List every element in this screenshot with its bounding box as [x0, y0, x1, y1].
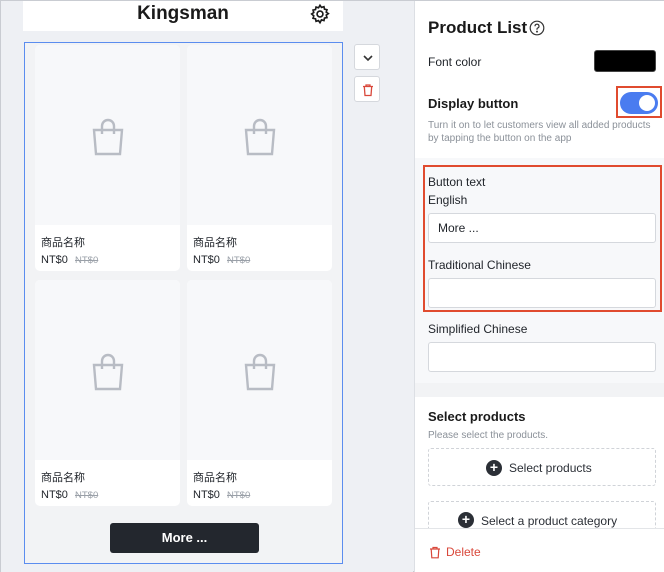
shopping-bag-icon [92, 118, 123, 156]
collapse-button[interactable] [354, 44, 380, 70]
trash-icon [363, 84, 373, 97]
product-image-placeholder [35, 280, 180, 460]
app-header: Kingsman [23, 1, 343, 31]
settings-panel: Product List Font color Display button T… [414, 1, 664, 572]
delete-label: Delete [446, 545, 481, 559]
product-original-price: NT$0 [227, 255, 251, 266]
select-products-heading: Select products [428, 409, 526, 424]
display-button-hint: Turn it on to let customers view all add… [428, 120, 651, 144]
shopping-bag-icon [244, 118, 275, 156]
select-products-button-label: Select products [509, 461, 592, 475]
product-original-price: NT$0 [75, 255, 99, 266]
product-original-price: NT$0 [75, 490, 99, 501]
product-image-placeholder [187, 280, 332, 460]
font-color-label: Font color [428, 55, 482, 69]
product-price: NT$0 [41, 254, 68, 266]
store-name: Kingsman [137, 3, 229, 24]
product-name: 商品名称 [193, 472, 237, 484]
font-color-swatch[interactable] [594, 50, 656, 72]
delete-block-button[interactable] [354, 76, 380, 102]
product-card[interactable]: 商品名称 NT$0 NT$0 [187, 45, 332, 271]
product-price: NT$0 [41, 489, 68, 501]
plus-circle-icon: + [458, 512, 474, 528]
more-button[interactable]: More ... [110, 523, 259, 553]
help-icon[interactable] [529, 20, 545, 36]
product-price: NT$0 [193, 489, 220, 501]
app-frame: Kingsman 商品名称 NT$0 NT$0 商品名称 NT$0 NT$0 商… [0, 0, 664, 572]
panel-title: Product List [428, 18, 528, 37]
trash-icon [430, 546, 440, 559]
select-category-button[interactable]: + Select a product category [428, 501, 656, 531]
chevron-down-icon [363, 55, 373, 62]
shopping-bag-icon [244, 353, 275, 391]
display-button-label: Display button [428, 96, 519, 111]
product-name: 商品名称 [41, 237, 85, 249]
select-category-button-label: Select a product category [481, 514, 618, 528]
product-name: 商品名称 [41, 472, 85, 484]
product-card[interactable]: 商品名称 NT$0 NT$0 [35, 280, 180, 506]
product-list-block[interactable]: 商品名称 NT$0 NT$0 商品名称 NT$0 NT$0 商品名称 NT$0 … [24, 42, 343, 564]
plus-circle-icon: + [486, 460, 502, 476]
product-name: 商品名称 [193, 237, 237, 249]
panel-footer: Delete [415, 528, 664, 572]
toggle-highlight [616, 86, 662, 118]
button-text-highlight [423, 165, 662, 312]
shopping-bag-icon [92, 353, 123, 391]
select-products-button[interactable]: + Select products [428, 448, 656, 486]
select-products-hint: Please select the products. [428, 430, 549, 441]
product-card[interactable]: 商品名称 NT$0 NT$0 [187, 280, 332, 506]
simplified-chinese-label: Simplified Chinese [428, 322, 528, 336]
product-image-placeholder [187, 45, 332, 225]
simplified-chinese-input[interactable] [428, 342, 656, 372]
product-original-price: NT$0 [227, 490, 251, 501]
product-image-placeholder [35, 45, 180, 225]
preview-area: Kingsman 商品名称 NT$0 NT$0 商品名称 NT$0 NT$0 商… [1, 1, 413, 572]
section-divider [415, 383, 664, 397]
gear-icon[interactable] [309, 3, 331, 25]
product-card[interactable]: 商品名称 NT$0 NT$0 [35, 45, 180, 271]
product-price: NT$0 [193, 254, 220, 266]
